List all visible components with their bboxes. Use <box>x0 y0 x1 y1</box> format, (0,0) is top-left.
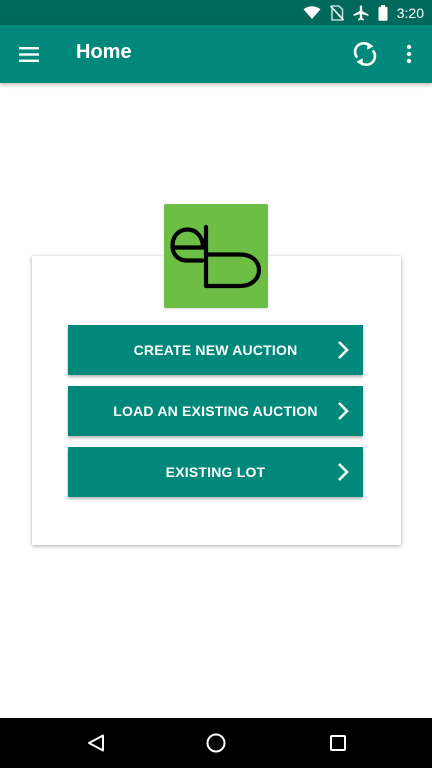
app-bar: Home <box>0 25 432 83</box>
system-nav-bar <box>0 718 432 768</box>
more-options-button[interactable] <box>398 39 420 69</box>
battery-icon <box>378 4 388 21</box>
home-icon <box>206 733 226 753</box>
menu-icon <box>19 46 39 62</box>
create-new-auction-button[interactable]: CREATE NEW AUCTION <box>68 325 363 375</box>
wifi-icon <box>303 5 321 19</box>
clock-time: 3:20 <box>396 4 424 21</box>
more-vert-icon <box>406 44 412 64</box>
load-existing-auction-button[interactable]: LOAD AN EXISTING AUCTION <box>68 386 363 436</box>
app-logo <box>164 204 268 308</box>
home-button[interactable] <box>203 730 229 756</box>
load-existing-auction-label: LOAD AN EXISTING AUCTION <box>113 403 318 419</box>
sync-icon <box>353 42 377 66</box>
no-sim-icon <box>329 4 344 21</box>
status-bar: 3:20 <box>0 0 432 25</box>
existing-lot-label: EXISTING LOT <box>165 464 266 480</box>
recents-icon <box>330 735 346 751</box>
create-new-auction-label: CREATE NEW AUCTION <box>133 342 298 358</box>
back-button[interactable] <box>83 730 109 756</box>
menu-button[interactable] <box>14 40 44 68</box>
sync-button[interactable] <box>350 39 380 69</box>
existing-lot-button[interactable]: EXISTING LOT <box>68 447 363 497</box>
back-icon <box>88 734 104 752</box>
airplane-mode-icon <box>353 5 369 20</box>
page-title: Home <box>76 41 132 63</box>
chevron-right-icon <box>338 463 349 481</box>
chevron-right-icon <box>338 402 349 420</box>
chevron-right-icon <box>338 341 349 359</box>
recents-button[interactable] <box>325 730 351 756</box>
eb-logo-icon <box>170 224 262 289</box>
